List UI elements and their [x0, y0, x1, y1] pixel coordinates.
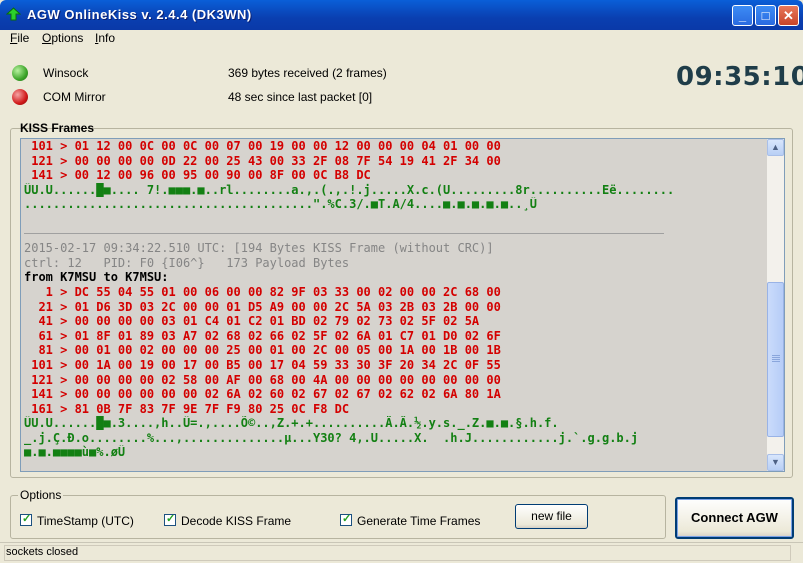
- winsock-label: Winsock: [43, 66, 89, 80]
- check-icon: ✓: [342, 513, 352, 525]
- decode-kiss-label: Decode KISS Frame: [181, 514, 292, 528]
- minimize-button[interactable]: _: [732, 5, 753, 26]
- check-icon: ✓: [166, 513, 176, 525]
- generate-time-frames-checkbox[interactable]: ✓: [340, 513, 352, 526]
- console-line: _.j.Ç.Ð.o........%...,..............µ...…: [24, 430, 639, 445]
- console-line: ÜU.U......█■.... 7!.■■■.■..rl........a.,…: [24, 182, 675, 197]
- close-icon: ✕: [783, 8, 794, 23]
- console-line: 2015-02-17 09:34:22.510 UTC: [194 Bytes …: [24, 241, 494, 256]
- console-line: 121 > 00 00 00 00 02 58 00 AF 00 68 00 4…: [24, 372, 501, 387]
- console-line: 161 > 81 0B 7F 83 7F 9E 7F F9 80 25 0C F…: [24, 401, 350, 416]
- console-line: 21 > 01 D6 3D 03 2C 00 00 01 D5 A9 00 00…: [24, 299, 501, 314]
- menu-options[interactable]: Options: [42, 31, 83, 45]
- console-line: ■.■.■■■■ù■%.øÜ: [24, 445, 126, 460]
- console-line: 1 > DC 55 04 55 01 00 06 00 00 82 9F 03 …: [24, 284, 501, 299]
- menu-info[interactable]: Info: [95, 31, 115, 45]
- console-line: ctrl: 12 PID: F0 {I06^} 173 Payload Byte…: [24, 255, 350, 270]
- menu-bar: File Options Info: [4, 30, 799, 48]
- kiss-frames-label: KISS Frames: [20, 121, 95, 135]
- status-text: sockets closed: [6, 546, 79, 558]
- console-line: 101 > 01 12 00 0C 00 0C 00 07 00 19 00 0…: [24, 139, 501, 153]
- check-icon: ✓: [22, 513, 32, 525]
- scroll-up-button[interactable]: ▲: [767, 139, 784, 156]
- connect-agw-button[interactable]: Connect AGW: [675, 497, 794, 539]
- console-line: 121 > 00 00 00 00 0D 22 00 25 43 00 33 2…: [24, 153, 501, 168]
- maximize-button[interactable]: □: [755, 5, 776, 26]
- com-mirror-label: COM Mirror: [43, 90, 106, 104]
- com-mirror-led-icon: [12, 89, 28, 105]
- scroll-thumb[interactable]: [767, 282, 784, 437]
- console-line: from K7MSU to K7MSU:: [24, 270, 169, 285]
- minimize-icon: _: [738, 8, 747, 23]
- winsock-value: 369 bytes received (2 frames): [228, 66, 387, 80]
- console-line: 81 > 00 01 00 02 00 00 00 25 00 01 00 2C…: [24, 343, 501, 358]
- menu-file[interactable]: File: [10, 31, 29, 45]
- scroll-down-button[interactable]: ▼: [767, 454, 784, 471]
- decode-kiss-checkbox[interactable]: ✓: [164, 513, 176, 526]
- vertical-scrollbar[interactable]: ▲ ▼: [767, 139, 784, 471]
- kiss-frames-console[interactable]: 101 > 01 12 00 0C 00 0C 00 07 00 19 00 0…: [20, 138, 785, 472]
- com-mirror-value: 48 sec since last packet [0]: [228, 90, 373, 104]
- console-text: 101 > 01 12 00 0C 00 0C 00 07 00 19 00 0…: [24, 139, 768, 471]
- console-line: 61 > 01 8F 01 89 03 A7 02 68 02 66 02 5F…: [24, 328, 501, 343]
- console-line: 41 > 00 00 00 00 03 01 C4 01 C2 01 BD 02…: [24, 314, 480, 329]
- status-field: [4, 545, 791, 561]
- timestamp-label: TimeStamp (UTC): [37, 514, 134, 528]
- close-button[interactable]: ✕: [778, 5, 799, 26]
- console-line: ÜU.U......█■.3....,h..Ü=.,....Õ©..,Z.+.+…: [24, 416, 559, 431]
- console-line: ........................................…: [24, 197, 537, 212]
- status-bar: sockets closed: [0, 542, 803, 563]
- clock-display: 09:35:10: [676, 62, 803, 92]
- app-icon: [6, 7, 21, 21]
- timestamp-checkbox[interactable]: ✓: [20, 513, 32, 526]
- console-line: 141 > 00 12 00 96 00 95 00 90 00 8F 00 0…: [24, 168, 371, 183]
- console-line: 101 > 00 1A 00 19 00 17 00 B5 00 17 04 5…: [24, 357, 501, 372]
- maximize-icon: □: [761, 8, 770, 23]
- window-title: AGW OnlineKiss v. 2.4.4 (DK3WN): [27, 7, 252, 22]
- title-bar: AGW OnlineKiss v. 2.4.4 (DK3WN) _ □ ✕: [0, 0, 803, 30]
- frame-separator: [24, 227, 768, 242]
- console-line: 141 > 00 00 00 00 00 00 02 6A 02 60 02 6…: [24, 387, 501, 402]
- new-file-button[interactable]: new file: [515, 504, 588, 529]
- generate-time-frames-label: Generate Time Frames: [357, 514, 481, 528]
- winsock-led-icon: [12, 65, 28, 81]
- options-label: Options: [18, 488, 64, 502]
